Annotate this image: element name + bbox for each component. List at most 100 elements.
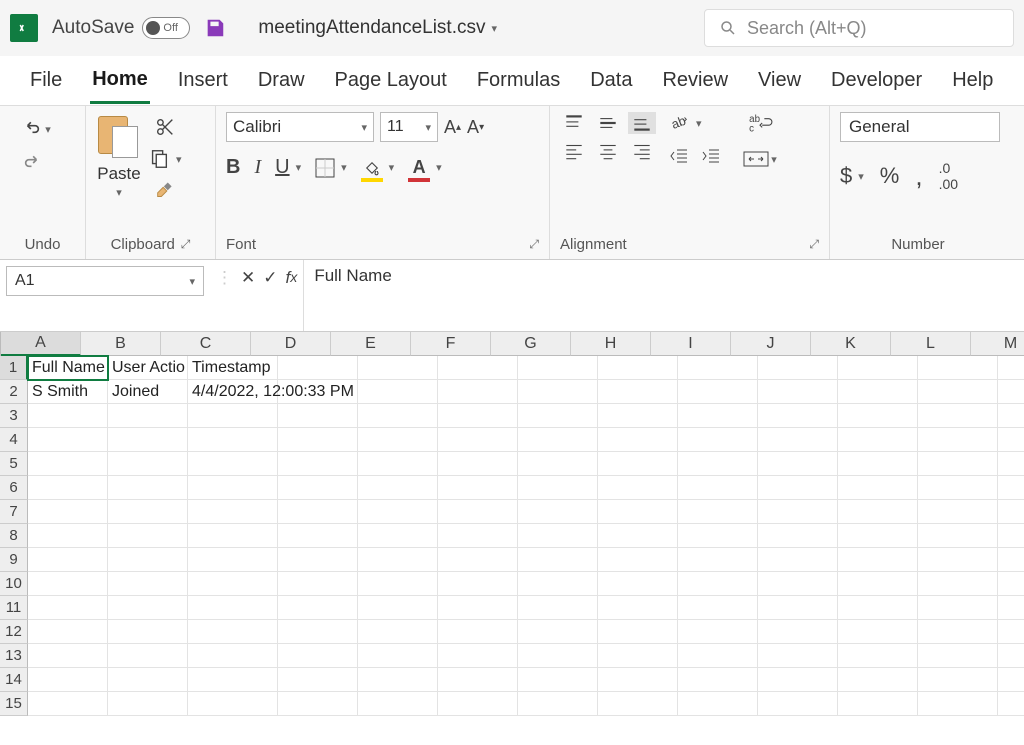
cell-M11[interactable] xyxy=(998,596,1024,620)
cell-K4[interactable] xyxy=(838,428,918,452)
cell-F10[interactable] xyxy=(438,572,518,596)
cell-L6[interactable] xyxy=(918,476,998,500)
cell-E1[interactable] xyxy=(358,356,438,380)
tab-developer[interactable]: Developer xyxy=(829,59,924,102)
cell-A13[interactable] xyxy=(28,644,108,668)
cell-M7[interactable] xyxy=(998,500,1024,524)
row-header[interactable]: 3 xyxy=(0,404,28,428)
underline-button[interactable]: U xyxy=(275,156,289,179)
cell-C12[interactable] xyxy=(188,620,278,644)
cell-A12[interactable] xyxy=(28,620,108,644)
cell-I12[interactable] xyxy=(678,620,758,644)
cell-M9[interactable] xyxy=(998,548,1024,572)
cell-K8[interactable] xyxy=(838,524,918,548)
cell-H9[interactable] xyxy=(598,548,678,572)
cell-C5[interactable] xyxy=(188,452,278,476)
cell-A3[interactable] xyxy=(28,404,108,428)
search-input[interactable]: Search (Alt+Q) xyxy=(704,9,1014,47)
chevron-down-icon[interactable]: ▾ xyxy=(696,117,702,130)
cell-M4[interactable] xyxy=(998,428,1024,452)
increase-decimal-button[interactable]: .0.00 xyxy=(939,160,958,192)
font-size-select[interactable]: 11 ▾ xyxy=(380,112,438,142)
cell-G9[interactable] xyxy=(518,548,598,572)
cell-F8[interactable] xyxy=(438,524,518,548)
cell-C10[interactable] xyxy=(188,572,278,596)
cell-L9[interactable] xyxy=(918,548,998,572)
cell-E5[interactable] xyxy=(358,452,438,476)
cell-E15[interactable] xyxy=(358,692,438,716)
cell-A1[interactable]: Full Name xyxy=(28,356,108,380)
cell-F9[interactable] xyxy=(438,548,518,572)
cell-C15[interactable] xyxy=(188,692,278,716)
cell-F15[interactable] xyxy=(438,692,518,716)
cell-J5[interactable] xyxy=(758,452,838,476)
cell-F6[interactable] xyxy=(438,476,518,500)
chevron-down-icon[interactable]: ▾ xyxy=(389,161,395,174)
column-header[interactable]: G xyxy=(491,332,571,356)
cell-M5[interactable] xyxy=(998,452,1024,476)
cell-I11[interactable] xyxy=(678,596,758,620)
cell-B2[interactable]: Joined xyxy=(108,380,188,404)
column-header[interactable]: A xyxy=(1,332,81,356)
column-header[interactable]: K xyxy=(811,332,891,356)
row-header[interactable]: 13 xyxy=(0,644,28,668)
row-header[interactable]: 4 xyxy=(0,428,28,452)
cell-I1[interactable] xyxy=(678,356,758,380)
chevron-down-icon[interactable]: ▾ xyxy=(341,161,347,174)
cell-H12[interactable] xyxy=(598,620,678,644)
cell-G5[interactable] xyxy=(518,452,598,476)
cell-K10[interactable] xyxy=(838,572,918,596)
cell-I5[interactable] xyxy=(678,452,758,476)
cell-D8[interactable] xyxy=(278,524,358,548)
align-top-button[interactable] xyxy=(560,112,588,134)
cell-I15[interactable] xyxy=(678,692,758,716)
align-right-button[interactable] xyxy=(628,140,656,162)
cell-B12[interactable] xyxy=(108,620,188,644)
tab-file[interactable]: File xyxy=(28,59,64,102)
cell-I6[interactable] xyxy=(678,476,758,500)
cell-J8[interactable] xyxy=(758,524,838,548)
cell-J2[interactable] xyxy=(758,380,838,404)
cell-G3[interactable] xyxy=(518,404,598,428)
cell-M10[interactable] xyxy=(998,572,1024,596)
cell-K2[interactable] xyxy=(838,380,918,404)
cell-B10[interactable] xyxy=(108,572,188,596)
cell-A11[interactable] xyxy=(28,596,108,620)
dialog-launcher-icon[interactable]: ⤢ xyxy=(181,237,191,252)
cell-B11[interactable] xyxy=(108,596,188,620)
fx-button[interactable]: fx xyxy=(286,268,298,288)
row-header[interactable]: 6 xyxy=(0,476,28,500)
cell-J13[interactable] xyxy=(758,644,838,668)
chevron-down-icon[interactable]: ▾ xyxy=(436,161,442,174)
column-header[interactable]: B xyxy=(81,332,161,356)
cell-J15[interactable] xyxy=(758,692,838,716)
row-header[interactable]: 2 xyxy=(0,380,28,404)
cell-C11[interactable] xyxy=(188,596,278,620)
column-header[interactable]: L xyxy=(891,332,971,356)
cell-K9[interactable] xyxy=(838,548,918,572)
cell-M12[interactable] xyxy=(998,620,1024,644)
cell-B7[interactable] xyxy=(108,500,188,524)
row-header[interactable]: 7 xyxy=(0,500,28,524)
cell-D7[interactable] xyxy=(278,500,358,524)
cell-C9[interactable] xyxy=(188,548,278,572)
cell-A7[interactable] xyxy=(28,500,108,524)
cell-G8[interactable] xyxy=(518,524,598,548)
align-left-button[interactable] xyxy=(560,140,588,162)
column-header[interactable]: D xyxy=(251,332,331,356)
row-header[interactable]: 9 xyxy=(0,548,28,572)
cell-A10[interactable] xyxy=(28,572,108,596)
cell-D11[interactable] xyxy=(278,596,358,620)
cell-B5[interactable] xyxy=(108,452,188,476)
cell-G15[interactable] xyxy=(518,692,598,716)
tab-page-layout[interactable]: Page Layout xyxy=(333,59,449,102)
cell-J11[interactable] xyxy=(758,596,838,620)
cell-J1[interactable] xyxy=(758,356,838,380)
cell-D5[interactable] xyxy=(278,452,358,476)
cell-D10[interactable] xyxy=(278,572,358,596)
chevron-down-icon[interactable]: ▾ xyxy=(296,161,302,174)
dialog-launcher-icon[interactable]: ⤢ xyxy=(529,237,539,252)
paste-button[interactable]: Paste ▾ xyxy=(96,112,142,199)
cell-D4[interactable] xyxy=(278,428,358,452)
cell-F13[interactable] xyxy=(438,644,518,668)
